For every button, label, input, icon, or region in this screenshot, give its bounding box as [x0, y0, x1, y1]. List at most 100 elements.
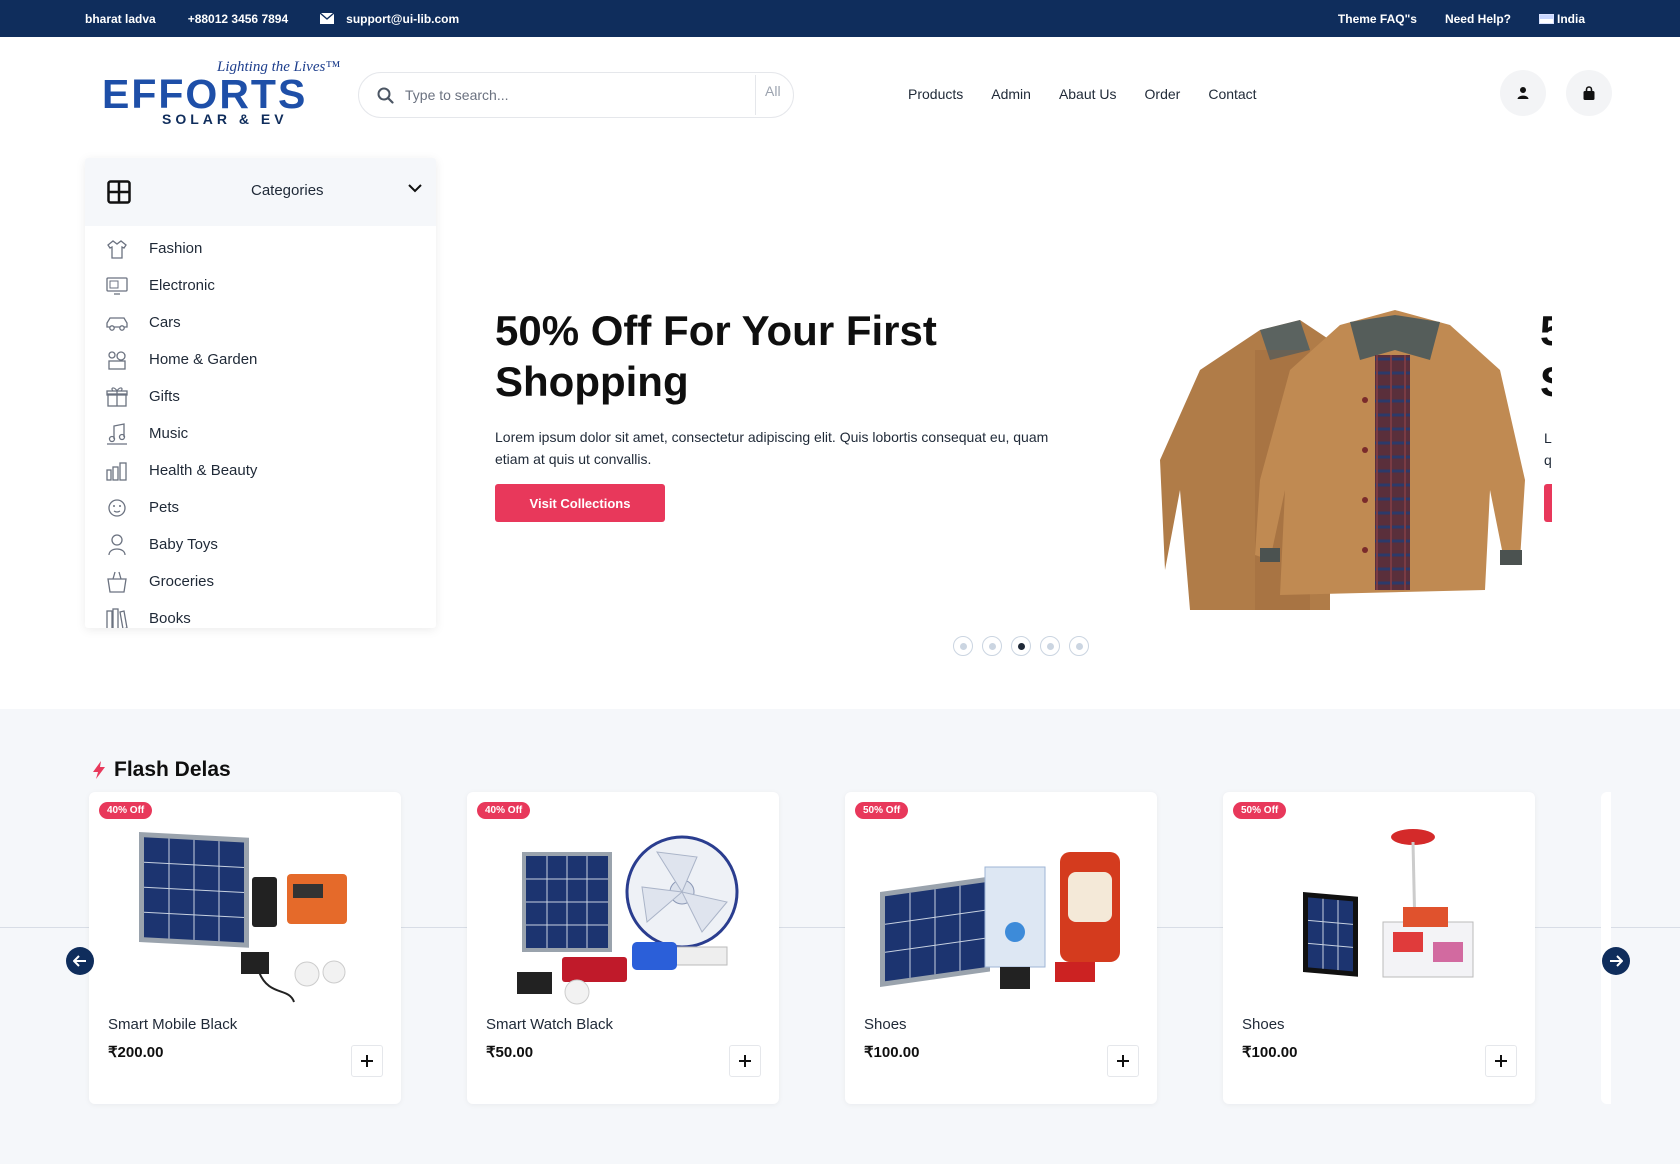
- discount-badge: 40% Off: [477, 802, 531, 819]
- arrow-left-icon: [73, 955, 86, 967]
- category-item-music[interactable]: Music: [85, 415, 436, 452]
- pets-icon: [108, 498, 126, 517]
- account-button[interactable]: [1500, 70, 1546, 116]
- nav-admin[interactable]: Admin: [991, 86, 1031, 102]
- flash-deals-heading: Flash Delas: [92, 758, 231, 782]
- books-icon: [106, 607, 128, 628]
- category-item-home-garden[interactable]: Home & Garden: [85, 341, 436, 378]
- fashion-icon: [107, 239, 127, 259]
- product-image-solar-lantern: [880, 852, 1120, 989]
- product-card[interactable]: 50% Off Shoes ₹100.00: [845, 792, 1157, 1104]
- user-icon: [1517, 87, 1529, 99]
- product-name[interactable]: Shoes: [1242, 1016, 1285, 1033]
- category-item-groceries[interactable]: Groceries: [85, 563, 436, 600]
- next-slide-text: L q: [1544, 430, 1552, 468]
- flag-icon: [1538, 13, 1554, 24]
- hero-description: Lorem ipsum dolor sit amet, consectetur …: [495, 429, 1049, 467]
- product-image-solar-fan: [517, 835, 739, 1005]
- top-bar: bharat ladva +88012 3456 7894 support@ui…: [0, 0, 1680, 37]
- top-bar-phone[interactable]: +88012 3456 7894: [188, 12, 288, 26]
- next-slide-button: [1544, 484, 1552, 522]
- product-price: ₹100.00: [864, 1044, 920, 1061]
- add-to-cart-button[interactable]: [351, 1045, 383, 1077]
- car-icon: [106, 316, 128, 331]
- carousel-prev-button[interactable]: [66, 947, 94, 975]
- music-icon: [107, 422, 127, 445]
- category-item-cars[interactable]: Cars: [85, 304, 436, 341]
- category-item-health-beauty[interactable]: Health & Beauty: [85, 452, 436, 489]
- hero-jackets-image: [1160, 310, 1525, 610]
- categories-list: Fashion Electronic Cars Home & Garden Gi…: [85, 226, 436, 628]
- electronic-icon: [106, 276, 128, 295]
- category-item-fashion[interactable]: Fashion: [85, 230, 436, 267]
- add-to-cart-button[interactable]: [1107, 1045, 1139, 1077]
- health-beauty-icon: [106, 461, 127, 481]
- plus-icon: [361, 1055, 373, 1067]
- nav-products[interactable]: Products: [908, 86, 963, 102]
- discount-badge: 40% Off: [99, 802, 153, 819]
- home-garden-icon: [108, 350, 126, 370]
- theme-faq-link[interactable]: Theme FAQ"s: [1338, 12, 1417, 26]
- arrow-right-icon: [1610, 955, 1623, 967]
- need-help-link[interactable]: Need Help?: [1445, 12, 1511, 26]
- plus-icon: [739, 1055, 751, 1067]
- visit-collections-button[interactable]: Visit Collections: [495, 484, 665, 522]
- carousel-dots: [953, 636, 1089, 656]
- product-name[interactable]: Smart Mobile Black: [108, 1016, 237, 1033]
- top-bar-email[interactable]: support@ui-lib.com: [320, 12, 459, 26]
- plus-icon: [1117, 1055, 1129, 1067]
- language-selector[interactable]: India: [1538, 12, 1585, 26]
- nav-about-us[interactable]: Abaut Us: [1059, 86, 1117, 102]
- category-item-gifts[interactable]: Gifts: [85, 378, 436, 415]
- carousel-next-button[interactable]: [1602, 947, 1630, 975]
- product-price: ₹100.00: [1242, 1044, 1298, 1061]
- carousel-dot-4[interactable]: [1040, 636, 1060, 656]
- nav-contact[interactable]: Contact: [1208, 86, 1256, 102]
- next-slide-title: 5 S: [1540, 307, 1552, 405]
- category-item-electronic[interactable]: Electronic: [85, 267, 436, 304]
- carousel-dot-3[interactable]: [1011, 636, 1031, 656]
- top-bar-contacts: bharat ladva +88012 3456 7894 support@ui…: [85, 0, 459, 37]
- carousel-dot-2[interactable]: [982, 636, 1002, 656]
- search-divider: [755, 75, 756, 115]
- product-name[interactable]: Shoes: [864, 1016, 907, 1033]
- cart-button[interactable]: [1566, 70, 1612, 116]
- next-slide-peek: 5 S L q: [1540, 305, 1552, 525]
- discount-badge: 50% Off: [855, 802, 909, 819]
- search-category-select[interactable]: All: [765, 83, 781, 99]
- product-card[interactable]: 50% Off Shoes ₹100.00: [1223, 792, 1535, 1104]
- product-card[interactable]: 40% Off Smart Mobile Black ₹200.00: [89, 792, 401, 1104]
- category-item-pets[interactable]: Pets: [85, 489, 436, 526]
- categories-header[interactable]: Categories: [85, 158, 436, 226]
- product-card[interactable]: 40% Off Smart Watch Black ₹50.00: [467, 792, 779, 1104]
- chevron-down-icon: [408, 184, 422, 193]
- top-bar-name: bharat ladva: [85, 11, 156, 26]
- add-to-cart-button[interactable]: [729, 1045, 761, 1077]
- groceries-icon: [107, 571, 127, 593]
- baby-toys-icon: [108, 533, 126, 555]
- logo[interactable]: Lighting the Lives™ EFFORTS SOLAR & EV: [102, 59, 342, 129]
- add-to-cart-button[interactable]: [1485, 1045, 1517, 1077]
- product-name[interactable]: Smart Watch Black: [486, 1016, 613, 1033]
- header: Lighting the Lives™ EFFORTS SOLAR & EV A…: [0, 37, 1680, 157]
- category-item-books[interactable]: Books: [85, 600, 436, 628]
- product-image-solar-kit: [139, 832, 347, 1003]
- carousel-dot-5[interactable]: [1069, 636, 1089, 656]
- product-price: ₹200.00: [108, 1044, 164, 1061]
- product-image-solar-lamp: [1303, 829, 1474, 978]
- category-item-baby-toys[interactable]: Baby Toys: [85, 526, 436, 563]
- product-price: ₹50.00: [486, 1044, 534, 1061]
- shopping-bag-icon: [1583, 85, 1595, 100]
- nav-order[interactable]: Order: [1145, 86, 1181, 102]
- search-bar: All: [358, 72, 794, 118]
- hero-title: 50% Off For Your First Shopping: [495, 307, 937, 405]
- discount-badge: 50% Off: [1233, 802, 1287, 819]
- grid-icon: [107, 180, 131, 204]
- mail-icon: [320, 13, 335, 24]
- gift-icon: [106, 386, 128, 407]
- categories-menu: Categories Fashion Electronic Cars Home …: [85, 158, 436, 628]
- flash-deals-section: Flash Delas 40% Off Smart Mobile Black ₹…: [0, 709, 1680, 1164]
- search-input[interactable]: [405, 81, 705, 109]
- top-bar-links: Theme FAQ"s Need Help? India: [1338, 0, 1585, 37]
- carousel-dot-1[interactable]: [953, 636, 973, 656]
